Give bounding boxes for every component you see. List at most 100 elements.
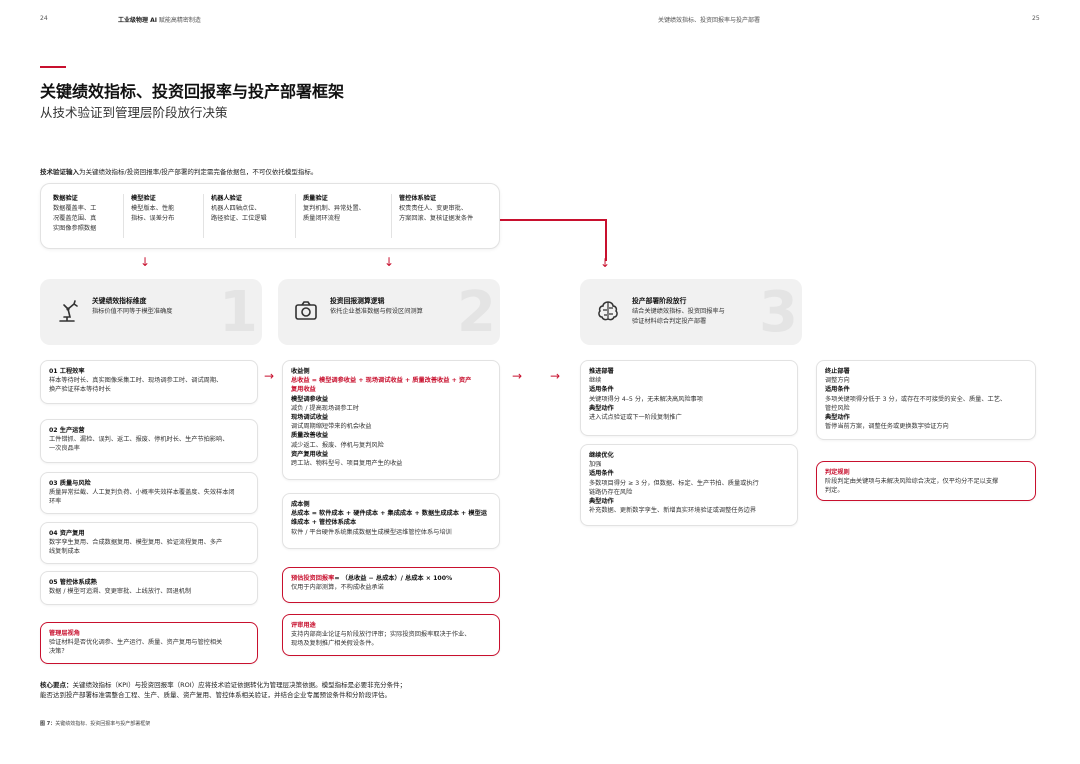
deploy-heading: 终止部署 xyxy=(825,368,850,375)
note-line: 支持内部商业论证与阶段放行评审；实际投资回报率取决于作业、 xyxy=(291,631,471,639)
roi-usage-card: 评审用途 支持内部商业论证与阶段放行评审；实际投资回报率取决于作业、 现场及复制… xyxy=(282,614,500,656)
deploy-action-heading: 典型动作 xyxy=(589,498,614,506)
tv-col-model: 模型验证 模型版本、性能 指标、误差分布 xyxy=(131,194,174,224)
kpi-line: 质量异常拦截、人工复判负荷、小概率失效样本覆盖度、失效样本闭 xyxy=(49,489,235,497)
note-heading: 判定规则 xyxy=(825,469,850,476)
deploy-sub: 继续 xyxy=(589,377,602,385)
kpi-card-governance: 05 管控体系成熟 数据 / 模型可追溯、变更审批、上线放行、回退机制 xyxy=(40,571,258,605)
tv-line: 指标、误差分布 xyxy=(131,215,175,222)
section-number: 3 xyxy=(759,280,798,345)
roi-heading: 成本侧 xyxy=(291,501,310,508)
roi-cost-card: 成本侧 总成本 = 软件成本 + 硬件成本 + 集成成本 + 数据生成成本 + … xyxy=(282,493,500,549)
arrow-right-icon: → xyxy=(512,369,523,383)
deploy-action-heading: 典型动作 xyxy=(825,414,850,422)
deploy-stop-card: 终止部署 调整方向 适用条件 多项关键项得分低于 3 分，或存在不可接受的安全、… xyxy=(816,360,1036,440)
arrow-down-icon: ↓ xyxy=(384,255,395,269)
tv-line: 数据覆盖率、工 xyxy=(53,205,97,212)
running-header-left: 工业级物理 AI 赋能高精密制造 xyxy=(118,15,201,24)
kpi-line: 环率 xyxy=(49,498,62,506)
section-desc: 结合关键绩效指标、投资回报率与 验证材料综合判定投产部署 xyxy=(632,307,725,327)
tv-line: 质量闭环流程 xyxy=(303,215,341,222)
kpi-line: 换产验证样本等待时长 xyxy=(49,386,111,394)
core-line: 关键绩效指标（KPI）与投资回报率（ROI）应将技术验证依据转化为管理层决策依据… xyxy=(72,681,407,689)
deploy-cond: 关键项得分 4–5 分，无未解决高风险事项 xyxy=(589,395,703,403)
deploy-action: 暂停当前方案，调整任务或更换数字验证方向 xyxy=(825,423,949,431)
section-desc-line: 指标价值不同等于模型准确度 xyxy=(92,308,173,315)
page-subtitle: 从技术验证到管理层阶段放行决策 xyxy=(40,105,228,120)
section-roi-header: 2 投资回报测算逻辑 依托企业基准数据与假设区间测算 xyxy=(278,279,500,345)
kpi-line: 一次良品率 xyxy=(49,445,80,453)
page-number-right: 25 xyxy=(1032,15,1040,22)
figcap-bold: 图 7： xyxy=(40,721,56,727)
tv-line: 实图像参照数据 xyxy=(53,225,97,232)
deploy-action: 补充数据、更新数字孪生、新增真实环境验证或调整任务边界 xyxy=(589,507,757,515)
kpi-card-reuse: 04 资产复用 数字孪生复用、合成数据复用、模型复用、验证流程复用、多产 线复制… xyxy=(40,522,258,564)
note-line: 决策？ xyxy=(49,648,68,656)
deploy-rule-card: 判定规则 阶段判定由关键项与未解决风险综合决定，仅平均分不足以支撑 判定。 xyxy=(816,461,1036,501)
section-desc-line: 依托企业基准数据与假设区间测算 xyxy=(330,308,423,315)
deploy-action: 进入试点验证或下一阶段复制推广 xyxy=(589,414,682,422)
section-desc: 指标价值不同等于模型准确度 xyxy=(92,307,172,317)
tv-col-data: 数据验证 数据覆盖率、工 况覆盖范围、真 实图像参照数据 xyxy=(53,194,96,234)
kpi-line: 工件错抓、漏检、误判、返工、报废、停机时长、生产节拍影响、 xyxy=(49,436,229,444)
tv-col-governance: 管控体系验证 权责责任人、变更审批、 方案回滚、复核证据发条件 xyxy=(399,194,473,224)
roi-formula-heading: 预估投资回报率 xyxy=(291,575,335,582)
tv-col-heading: 数据验证 xyxy=(53,195,78,202)
deploy-cond-heading: 适用条件 xyxy=(589,386,614,394)
tv-col-heading: 机器人验证 xyxy=(211,195,242,202)
arrow-down-icon: ↓ xyxy=(140,255,151,269)
tv-col-heading: 模型验证 xyxy=(131,195,156,202)
deploy-cond: 链路仍存在风险 xyxy=(589,488,633,496)
camera-icon xyxy=(295,301,317,320)
tv-line: 复判机制、异常处置、 xyxy=(303,205,365,212)
tv-line: 况覆盖范围、真 xyxy=(53,215,97,222)
roi-formula-card: 预估投资回报率= （总收益 − 总成本）/ 总成本 × 100% 仅用于内部测算… xyxy=(282,567,500,603)
roi-item-heading: 模型调参收益 xyxy=(291,395,329,403)
connector-line xyxy=(500,219,606,221)
core-points: 核心要点：关键绩效指标（KPI）与投资回报率（ROI）应将技术验证依据转化为管理… xyxy=(40,680,406,700)
robot-arm-icon xyxy=(59,300,78,322)
brain-icon xyxy=(598,301,618,321)
deploy-sub: 加强 xyxy=(589,461,602,469)
section-deploy-header: 3 投产部署阶段放行 结合关键绩效指标、投资回报率与 验证材料综合判定投产部署 xyxy=(580,279,802,345)
deploy-cond: 多数项目得分 ≥ 3 分，但数据、标定、生产节拍、质量或执行 xyxy=(589,479,759,487)
roi-formula-line: 总收益 = 模型调参收益 + 现场调试收益 + 质量改善收益 + 资产 xyxy=(291,377,472,385)
divider xyxy=(203,194,204,238)
section-heading: 关键绩效指标维度 xyxy=(92,297,147,305)
roi-item-heading: 现场调试收益 xyxy=(291,414,329,422)
arrow-right-icon: → xyxy=(550,369,561,383)
arrow-right-icon: → xyxy=(264,369,275,383)
note-line: 阶段判定由关键项与未解决风险综合决定，仅平均分不足以支撑 xyxy=(825,478,999,486)
tv-col-quality: 质量验证 复判机制、异常处置、 质量闭环流程 xyxy=(303,194,365,224)
roi-cost-note: 软件 / 平台硬件系统集成数据生成模型运维管控体系与培训 xyxy=(291,528,452,536)
roi-heading: 收益侧 xyxy=(291,368,310,375)
roi-formula-note: 仅用于内部测算，不构成收益承诺 xyxy=(291,584,384,592)
tv-line: 机器人四轴点位、 xyxy=(211,205,261,212)
section-kpi-header: 1 关键绩效指标维度 指标价值不同等于模型准确度 xyxy=(40,279,262,345)
section-desc: 依托企业基准数据与假设区间测算 xyxy=(330,307,423,317)
core-line: 能否达到投产部署标准需整合工程、生产、质量、资产复用、管控体系相关验证，并结合企… xyxy=(40,691,391,699)
connector-line xyxy=(605,219,607,261)
tv-col-heading: 质量验证 xyxy=(303,195,328,202)
section-heading: 投资回报测算逻辑 xyxy=(330,297,385,305)
deploy-continue-card: 继续优化 加强 适用条件 多数项目得分 ≥ 3 分，但数据、标定、生产节拍、质量… xyxy=(580,444,798,526)
figure-caption: 图 7：关键绩效指标、投资回报率与投产部署框架 xyxy=(40,720,150,727)
kpi-heading: 02 生产运营 xyxy=(49,427,85,434)
tv-line: 路径验证、工位逻辑 xyxy=(211,215,267,222)
deploy-heading: 继续优化 xyxy=(589,452,614,459)
roi-item-desc: 减负 / 提高现场调参工时 xyxy=(291,404,359,412)
kpi-card-operations: 02 生产运营 工件错抓、漏检、误判、返工、报废、停机时长、生产节拍影响、 一次… xyxy=(40,419,258,463)
roi-income-card: 收益侧 总收益 = 模型调参收益 + 现场调试收益 + 质量改善收益 + 资产 … xyxy=(282,360,500,480)
arrow-down-icon: ↓ xyxy=(600,256,611,270)
intro-bold: 技术验证输入 xyxy=(40,168,79,176)
deploy-cond-heading: 适用条件 xyxy=(589,470,614,478)
intro-rest: 为关键绩效指标/投资回报率/投产部署的判定需完备依据包，不可仅依托模型指标。 xyxy=(79,168,318,176)
roi-item-desc: 调试周期缩短带来的机会收益 xyxy=(291,423,372,431)
roi-item-heading: 质量改善收益 xyxy=(291,432,329,440)
roi-formula-line: 维成本 + 管控体系成本 xyxy=(291,519,357,527)
deploy-cond: 管控风险 xyxy=(825,404,850,412)
kpi-card-efficiency: 01 工程效率 样本等待时长、真实图像采集工时、现场调参工时、调试周期、 换产验… xyxy=(40,360,258,404)
roi-formula-text: = （总收益 − 总成本）/ 总成本 × 100% xyxy=(334,575,453,582)
section-number: 1 xyxy=(219,280,258,345)
core-bold: 核心要点： xyxy=(40,681,73,689)
